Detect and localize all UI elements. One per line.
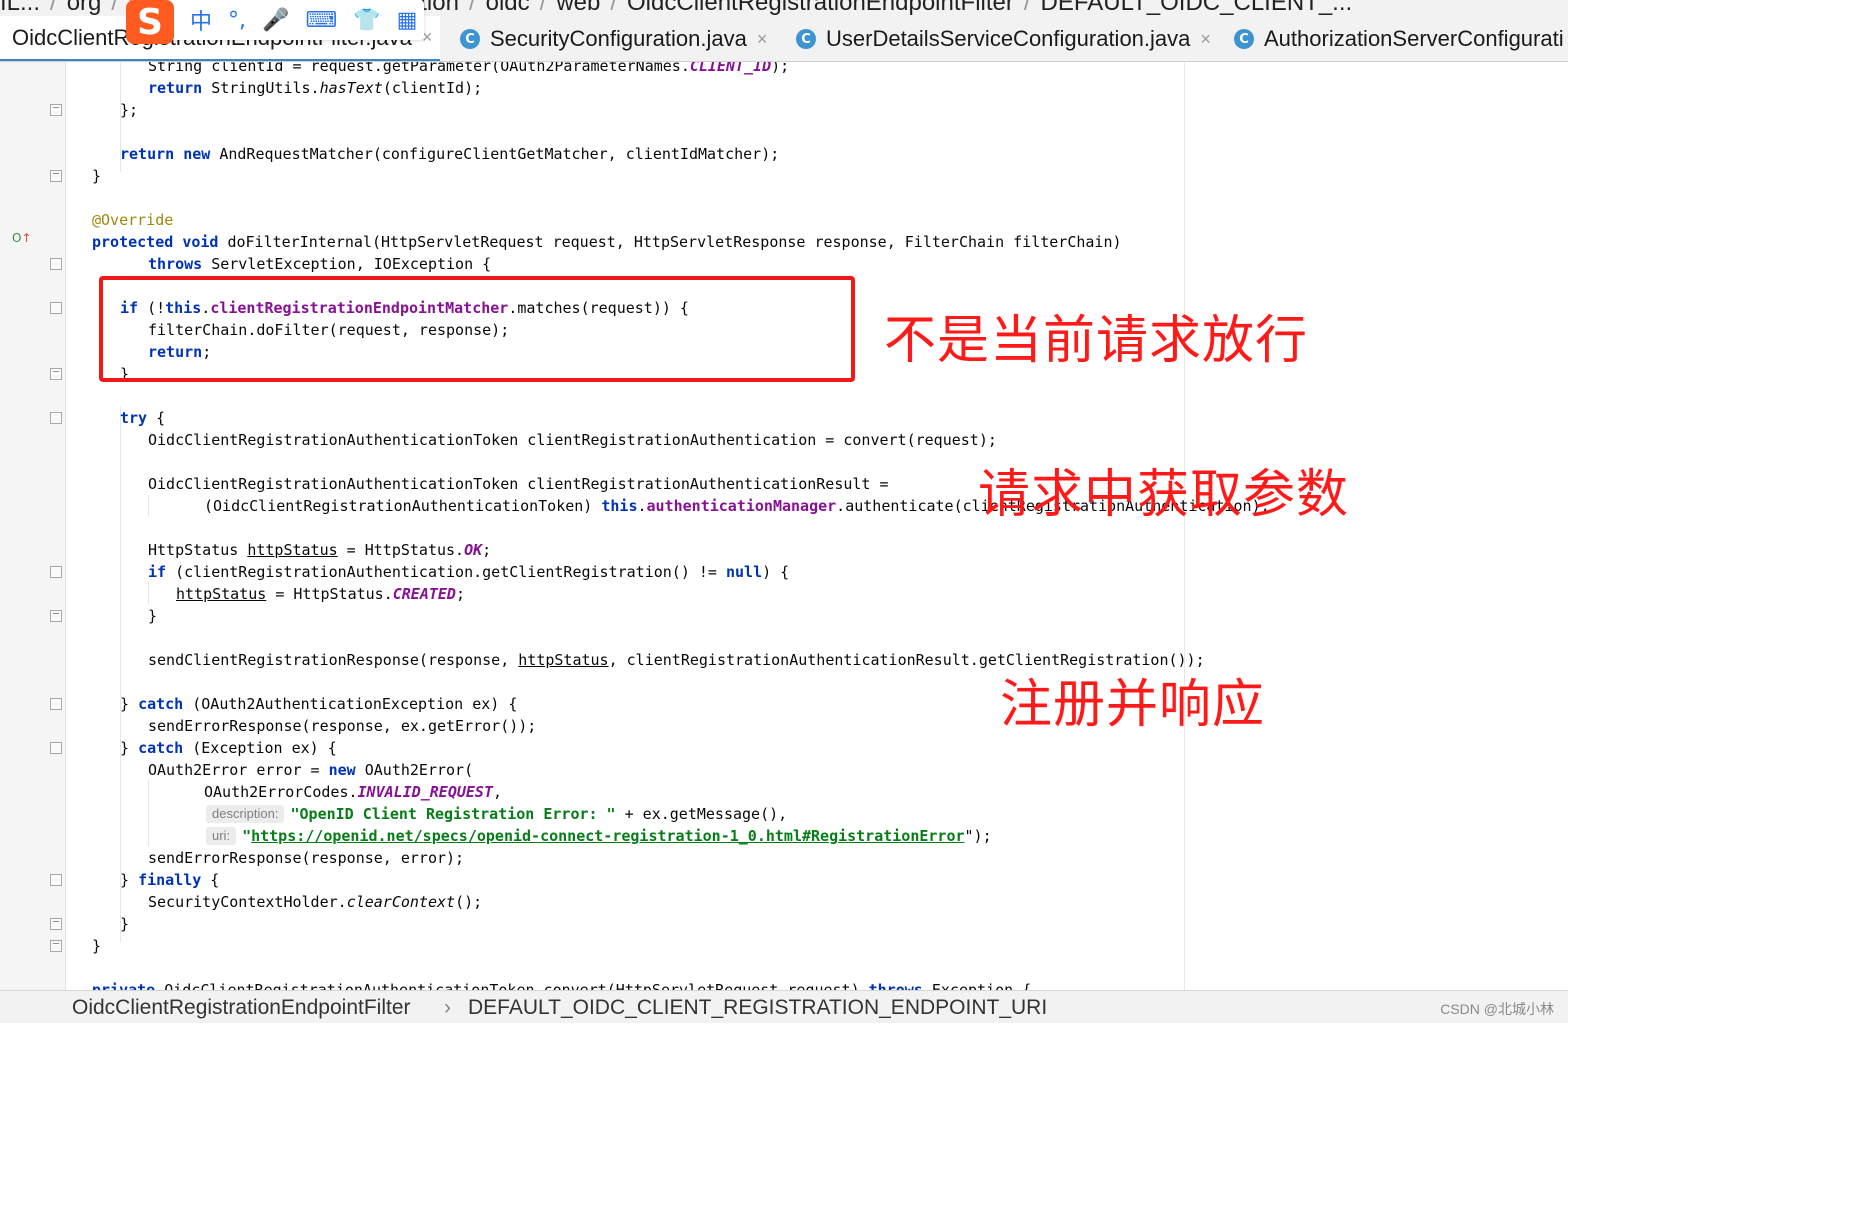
fold-marker-icon[interactable]: [50, 698, 62, 710]
indent-guide: [148, 582, 149, 604]
tab-label: UserDetailsServiceConfiguration.java: [826, 26, 1191, 51]
code-line: }: [92, 167, 102, 185]
code-line: }: [148, 607, 158, 625]
breadcrumb-item[interactable]: org: [67, 0, 102, 16]
annotation-register-respond: 注册并响应: [1000, 675, 1266, 735]
sogou-logo-icon[interactable]: S: [126, 0, 174, 44]
breadcrumb-item[interactable]: IL...: [0, 0, 40, 16]
code-line: description: "OpenID Client Registration …: [206, 803, 787, 825]
breadcrumb-separator: /: [50, 0, 57, 16]
code-line: protected void doFilterInternal(HttpServ…: [92, 233, 1122, 251]
code-line: uri: "https://openid.net/specs/openid-con…: [206, 825, 992, 847]
breadcrumb-item[interactable]: DEFAULT_OIDC_CLIENT_...: [1041, 0, 1353, 16]
chevron-right-icon: ›: [444, 996, 451, 1019]
tab-security-configuration[interactable]: C SecurityConfiguration.java ×: [460, 16, 786, 61]
breadcrumb-separator: /: [1023, 0, 1031, 16]
fold-marker-icon[interactable]: [50, 874, 62, 886]
fold-marker-icon[interactable]: [50, 258, 62, 270]
fold-marker-icon[interactable]: [50, 940, 62, 952]
breadcrumb-class[interactable]: OidcClientRegistrationEndpointFilter: [72, 996, 411, 1020]
code-line: SecurityContextHolder.clearContext();: [148, 893, 483, 911]
fold-marker-icon[interactable]: [50, 368, 62, 380]
punctuation-icon[interactable]: °,: [228, 8, 246, 33]
class-icon: C: [1234, 29, 1254, 49]
fold-marker-icon[interactable]: [50, 566, 62, 578]
code-line: private OidcClientRegistrationAuthentica…: [92, 981, 1032, 990]
code-line: throws ServletException, IOException {: [148, 255, 492, 273]
parameter-hint: description:: [206, 805, 285, 823]
breadcrumb-separator: /: [468, 0, 476, 16]
fold-marker-icon[interactable]: [50, 742, 62, 754]
class-icon: C: [796, 29, 816, 49]
code-line: };: [120, 101, 139, 119]
breadcrumb-separator: /: [610, 0, 618, 16]
code-line: @Override: [92, 211, 174, 229]
code-line: String clientId = request.getParameter(O…: [148, 62, 790, 75]
override-arrow-icon: ↑: [21, 231, 32, 245]
indent-guide: [120, 406, 121, 942]
code-line: if (clientRegistrationAuthentication.get…: [148, 563, 790, 581]
annotation-get-params: 请求中获取参数: [978, 465, 1350, 525]
language-toggle-icon[interactable]: 中: [190, 4, 212, 36]
tab-authorization-server-configuration[interactable]: C AuthorizationServerConfigurati: [1234, 16, 1568, 61]
spec-link[interactable]: https://openid.net/specs/openid-connect-…: [251, 827, 964, 845]
code-line: HttpStatus httpStatus = HttpStatus.OK;: [148, 541, 492, 559]
class-icon: C: [460, 29, 480, 49]
skin-icon[interactable]: 👕: [353, 8, 380, 33]
code-line: OAuth2Error error = new OAuth2Error(: [148, 761, 474, 779]
code-line: return new AndRequestMatcher(configureCl…: [120, 145, 780, 163]
fold-marker-icon[interactable]: [50, 302, 62, 314]
highlight-box: [99, 276, 855, 382]
code-line: } finally {: [120, 871, 220, 889]
tab-user-details-service-configuration[interactable]: C UserDetailsServiceConfiguration.java ×: [796, 16, 1226, 61]
parameter-hint: uri:: [206, 827, 237, 845]
fold-marker-icon[interactable]: [50, 412, 62, 424]
code-line: }: [120, 915, 130, 933]
breadcrumb-separator: /: [539, 0, 547, 16]
breadcrumb-item[interactable]: OidcClientRegistrationEndpointFilter: [627, 0, 1014, 16]
ime-toolbar: S 中 °, 🎤 ⌨ 👕 ▦: [126, 0, 424, 44]
annotation-pass-through: 不是当前请求放行: [884, 311, 1309, 371]
microphone-icon[interactable]: 🎤: [262, 8, 289, 33]
breadcrumb-item[interactable]: oidc: [486, 0, 530, 16]
fold-marker-icon[interactable]: [50, 610, 62, 622]
indent-guide: [148, 494, 149, 516]
tab-label: SecurityConfiguration.java: [490, 26, 747, 51]
breadcrumb-item[interactable]: web: [556, 0, 600, 16]
keyboard-icon[interactable]: ⌨: [305, 8, 337, 33]
fold-marker-icon[interactable]: [50, 918, 62, 930]
watermark-text: CSDN @北城小林: [1440, 1001, 1554, 1017]
code-line: OidcClientRegistrationAuthenticationToke…: [148, 475, 889, 493]
toolbox-icon[interactable]: ▦: [397, 8, 418, 33]
breadcrumb-separator: /: [111, 0, 119, 16]
tab-label: AuthorizationServerConfigurati: [1264, 26, 1564, 51]
close-icon[interactable]: ×: [757, 29, 768, 50]
code-line: } catch (OAuth2AuthenticationException e…: [120, 695, 518, 713]
override-method-icon[interactable]: O↑: [12, 231, 32, 245]
code-line: sendErrorResponse(response, error);: [148, 849, 465, 867]
indent-guide: [148, 780, 149, 846]
code-line: sendErrorResponse(response, ex.getError(…: [148, 717, 537, 735]
code-line: try {: [120, 409, 166, 427]
fold-marker-icon[interactable]: [50, 170, 62, 182]
breadcrumb-field[interactable]: DEFAULT_OIDC_CLIENT_REGISTRATION_ENDPOIN…: [468, 996, 1047, 1020]
close-icon[interactable]: ×: [1200, 29, 1211, 50]
code-line: httpStatus = HttpStatus.CREATED;: [176, 585, 465, 603]
structure-breadcrumb-bar: OidcClientRegistrationEndpointFilter › D…: [0, 990, 1568, 1023]
code-line: return StringUtils.hasText(clientId);: [148, 79, 483, 97]
fold-marker-icon[interactable]: [50, 104, 62, 116]
code-line: OidcClientRegistrationAuthenticationToke…: [148, 431, 997, 449]
code-line: }: [92, 937, 102, 955]
code-line: } catch (Exception ex) {: [120, 739, 337, 757]
editor-gutter[interactable]: O↑: [0, 62, 66, 990]
code-line: OAuth2ErrorCodes.INVALID_REQUEST,: [204, 783, 503, 801]
